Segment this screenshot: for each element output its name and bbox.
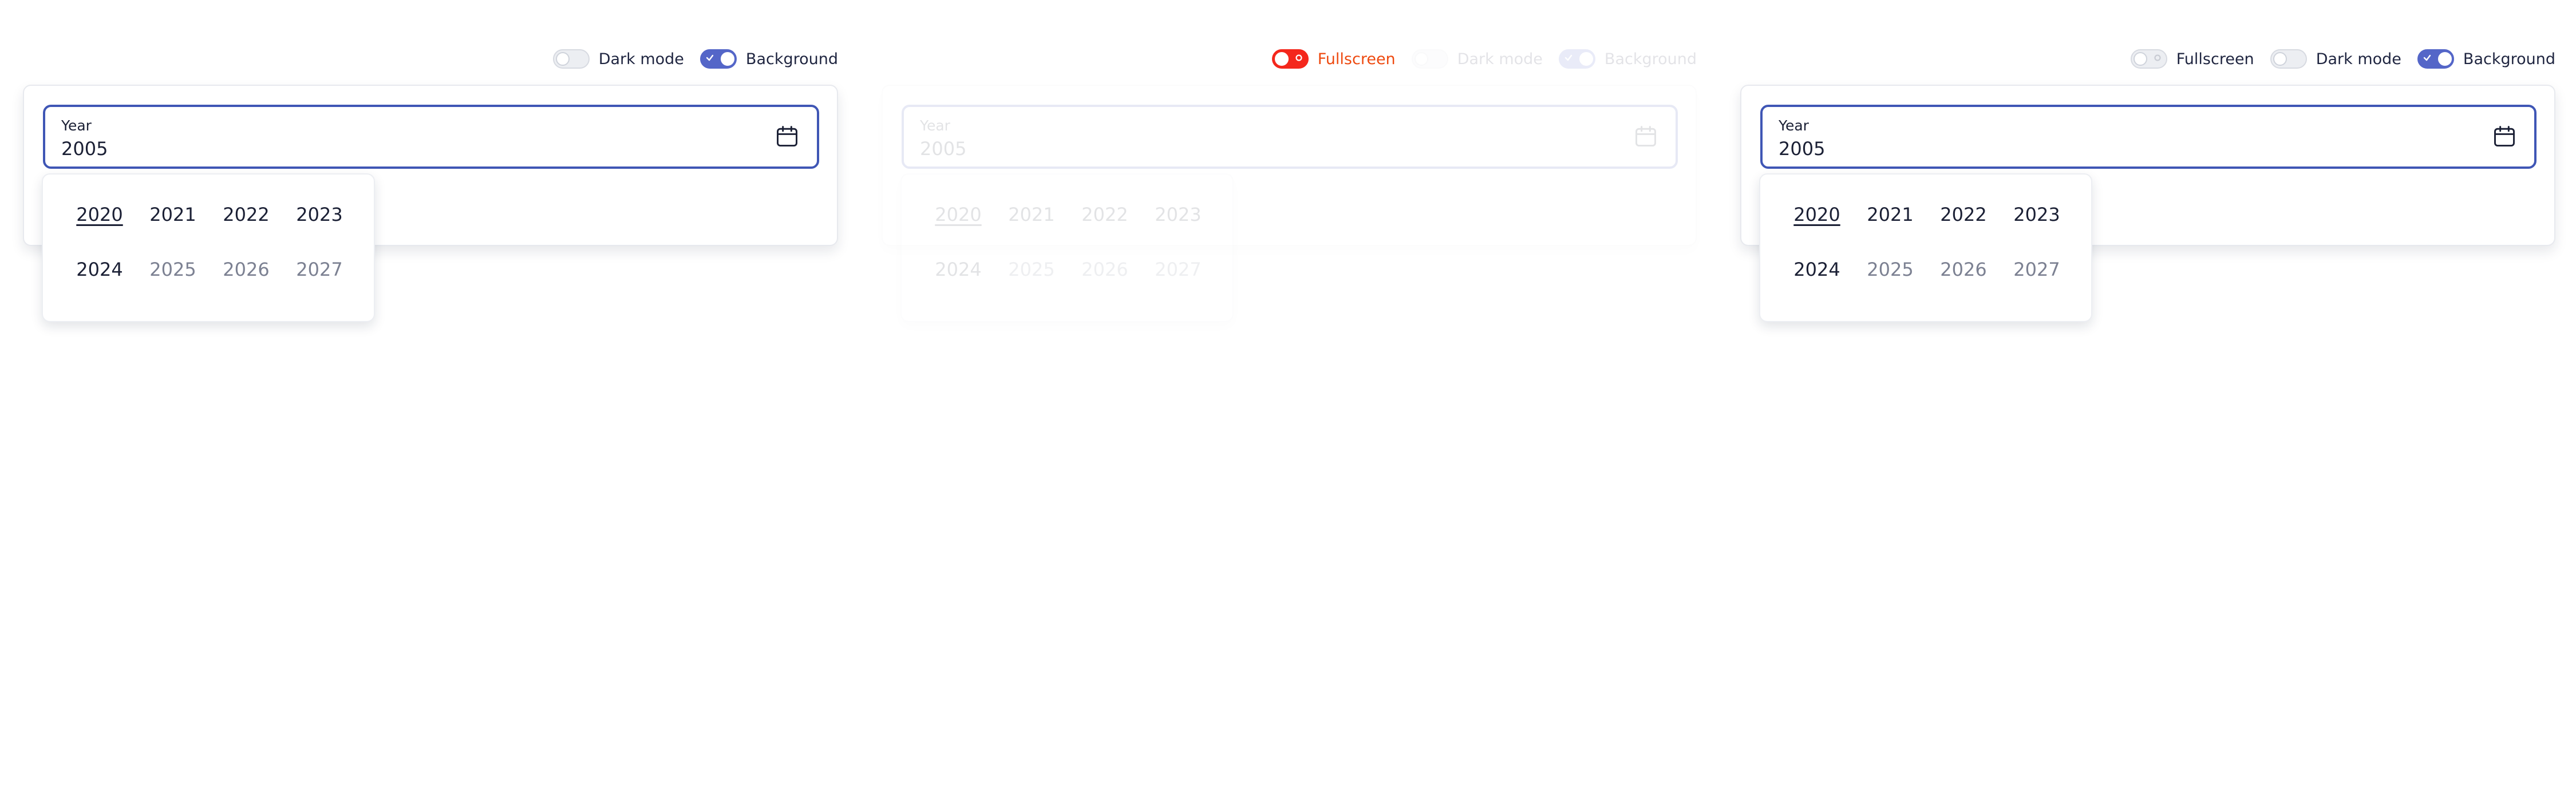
year-field-value[interactable]: 2005: [920, 138, 966, 160]
fullscreen-switch[interactable]: [2130, 49, 2167, 69]
check-icon: [2423, 54, 2431, 61]
year-option-2024[interactable]: 2024: [1780, 255, 1854, 310]
background-toggle[interactable]: Background: [1558, 49, 1697, 69]
year-option-2021[interactable]: 2021: [1854, 200, 1927, 255]
check-icon: [1564, 54, 1573, 61]
background-label: Background: [1604, 50, 1697, 68]
fullscreen-label: Fullscreen: [1317, 50, 1396, 68]
year-option-2022[interactable]: 2022: [1927, 200, 2000, 255]
year-option-2026[interactable]: 2026: [1068, 255, 1141, 310]
demo-toolbar: Dark mode Background: [552, 45, 838, 73]
year-field-label: Year: [61, 117, 92, 134]
fullscreen-toggle[interactable]: Fullscreen: [2130, 49, 2254, 69]
year-field[interactable]: Year 2005: [902, 105, 1678, 169]
dark-mode-toggle[interactable]: Dark mode: [2270, 49, 2401, 69]
background-toggle[interactable]: Background: [700, 49, 838, 69]
year-option-2025[interactable]: 2025: [995, 255, 1068, 310]
year-field-value[interactable]: 2005: [61, 138, 108, 160]
year-picker-dropdown: 2020 2021 2022 2023 2024 2025 2026 2027: [42, 173, 375, 322]
year-option-2020[interactable]: 2020: [922, 200, 995, 255]
fullscreen-label: Fullscreen: [2176, 50, 2254, 68]
dark-mode-label: Dark mode: [2316, 50, 2401, 68]
year-field[interactable]: Year 2005: [43, 105, 819, 169]
year-option-2023[interactable]: 2023: [1141, 200, 1215, 255]
year-field-label: Year: [920, 117, 950, 134]
dark-mode-switch[interactable]: [1411, 49, 1448, 69]
year-option-2024[interactable]: 2024: [922, 255, 995, 310]
background-label: Background: [2463, 50, 2555, 68]
demo-panel-1: Dark mode Background Year 2005 2020 2021: [23, 45, 838, 331]
calendar-icon[interactable]: [1633, 124, 1658, 149]
year-option-2023[interactable]: 2023: [2000, 200, 2073, 255]
year-picker-dropdown: 2020 2021 2022 2023 2024 2025 2026 2027: [900, 173, 1234, 322]
background-label: Background: [745, 50, 838, 68]
year-option-2021[interactable]: 2021: [136, 200, 210, 255]
fullscreen-switch[interactable]: [1271, 49, 1309, 69]
year-picker-dropdown: 2020 2021 2022 2023 2024 2025 2026 2027: [1759, 173, 2092, 322]
year-grid: 2020 2021 2022 2023 2024 2025 2026 2027: [1780, 200, 2073, 310]
background-switch[interactable]: [2417, 49, 2454, 69]
demo-panel-2: Fullscreen Dark mode Background Year 200…: [882, 45, 1697, 331]
calendar-icon[interactable]: [775, 124, 800, 149]
year-option-2027[interactable]: 2027: [1141, 255, 1215, 310]
background-toggle[interactable]: Background: [2417, 49, 2555, 69]
demo-panel-3: Fullscreen Dark mode Background Year 200…: [1740, 45, 2555, 331]
year-option-2025[interactable]: 2025: [1854, 255, 1927, 310]
year-option-2026[interactable]: 2026: [210, 255, 283, 310]
year-field-label: Year: [1779, 117, 1809, 134]
year-option-2024[interactable]: 2024: [63, 255, 136, 310]
year-option-2023[interactable]: 2023: [283, 200, 356, 255]
dark-mode-label: Dark mode: [1457, 50, 1543, 68]
circle-icon: [1295, 54, 1302, 61]
dark-mode-switch[interactable]: [552, 49, 590, 69]
dark-mode-label: Dark mode: [598, 50, 684, 68]
year-option-2020[interactable]: 2020: [63, 200, 136, 255]
demo-toolbar: Fullscreen Dark mode Background: [2130, 45, 2555, 73]
year-option-2025[interactable]: 2025: [136, 255, 210, 310]
dark-mode-toggle[interactable]: Dark mode: [552, 49, 684, 69]
year-grid: 2020 2021 2022 2023 2024 2025 2026 2027: [922, 200, 1215, 310]
year-option-2020[interactable]: 2020: [1780, 200, 1854, 255]
check-icon: [706, 54, 714, 61]
circle-icon: [2154, 54, 2161, 61]
fullscreen-toggle[interactable]: Fullscreen: [1271, 49, 1396, 69]
year-field[interactable]: Year 2005: [1760, 105, 2537, 169]
year-option-2022[interactable]: 2022: [210, 200, 283, 255]
calendar-icon[interactable]: [2492, 124, 2517, 149]
year-option-2022[interactable]: 2022: [1068, 200, 1141, 255]
dark-mode-switch[interactable]: [2270, 49, 2307, 69]
background-switch[interactable]: [700, 49, 737, 69]
year-option-2027[interactable]: 2027: [283, 255, 356, 310]
year-option-2021[interactable]: 2021: [995, 200, 1068, 255]
year-field-value[interactable]: 2005: [1779, 138, 1825, 160]
year-option-2026[interactable]: 2026: [1927, 255, 2000, 310]
year-grid: 2020 2021 2022 2023 2024 2025 2026 2027: [63, 200, 356, 310]
year-option-2027[interactable]: 2027: [2000, 255, 2073, 310]
dark-mode-toggle[interactable]: Dark mode: [1411, 49, 1543, 69]
demo-toolbar: Fullscreen Dark mode Background: [1271, 45, 1697, 73]
background-switch[interactable]: [1558, 49, 1595, 69]
